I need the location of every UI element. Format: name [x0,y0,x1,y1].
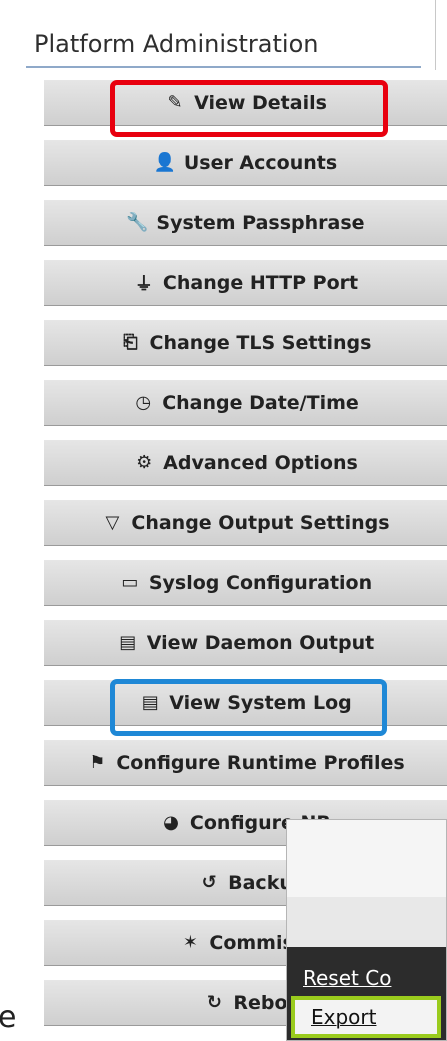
reset-config-menu-item[interactable]: Reset Co [287,955,446,1000]
user-accounts-button[interactable]: 👤 User Accounts [44,139,447,186]
system-passphrase-label: System Passphrase [156,211,365,234]
configure-runtime-profiles-button[interactable]: ⚑ Configure Runtime Profiles [44,739,447,786]
system-passphrase-button[interactable]: 🔧 System Passphrase [44,199,447,246]
change-date-time-button[interactable]: ◷ Change Date/Time [44,379,447,426]
refresh-icon: ↻ [206,992,222,1013]
flag-icon: ⚑ [89,752,106,773]
view-daemon-output-label: View Daemon Output [146,631,375,654]
view-details-highlight [110,80,388,137]
change-output-settings-label: Change Output Settings [131,511,390,534]
view-daemon-output-button[interactable]: ▤ View Daemon Output [44,619,447,666]
change-date-time-label: Change Date/Time [162,391,359,414]
configure-runtime-profiles-label: Configure Runtime Profiles [116,751,405,774]
gears-icon: ⚙ [136,452,153,473]
context-popup: Reset Co Export [286,819,447,1041]
document-icon: ▤ [119,632,137,653]
popup-band [287,897,446,947]
clock-icon: ◷ [135,392,152,413]
advanced-options-button[interactable]: ⚙ Advanced Options [44,439,447,486]
tab-divider [435,0,447,70]
backup-label: Backu [228,871,293,894]
change-tls-settings-button[interactable]: ⎗ Change TLS Settings [44,319,447,366]
change-http-port-label: Change HTTP Port [162,271,359,294]
plug-icon: ⏚ [134,273,153,295]
history-icon: ↺ [201,872,217,893]
pie-chart-icon: ◕ [163,812,179,833]
partial-text: e [0,1000,17,1035]
change-tls-settings-label: Change TLS Settings [149,331,372,354]
reboot-label: Rebo [233,991,288,1014]
log-icon: ▭ [121,572,139,593]
syslog-configuration-label: Syslog Configuration [148,571,373,594]
user-icon: 👤 [153,152,177,173]
syslog-configuration-button[interactable]: ▭ Syslog Configuration [44,559,447,606]
change-output-settings-button[interactable]: ▽ Change Output Settings [44,499,447,546]
wrench-icon: 🔧 [126,212,149,233]
page-title: Platform Administration [34,30,319,58]
user-accounts-label: User Accounts [183,151,338,174]
filter-icon: ▽ [105,512,120,533]
platform-administration-tab[interactable]: Platform Administration [26,14,421,68]
certificate-icon: ⎗ [123,332,138,353]
view-system-log-highlight [110,679,387,736]
advanced-options-label: Advanced Options [163,451,358,474]
export-menu-item[interactable]: Export [291,996,441,1038]
magic-wand-icon: ✶ [182,932,198,953]
change-http-port-button[interactable]: ⏚ Change HTTP Port [44,259,447,306]
